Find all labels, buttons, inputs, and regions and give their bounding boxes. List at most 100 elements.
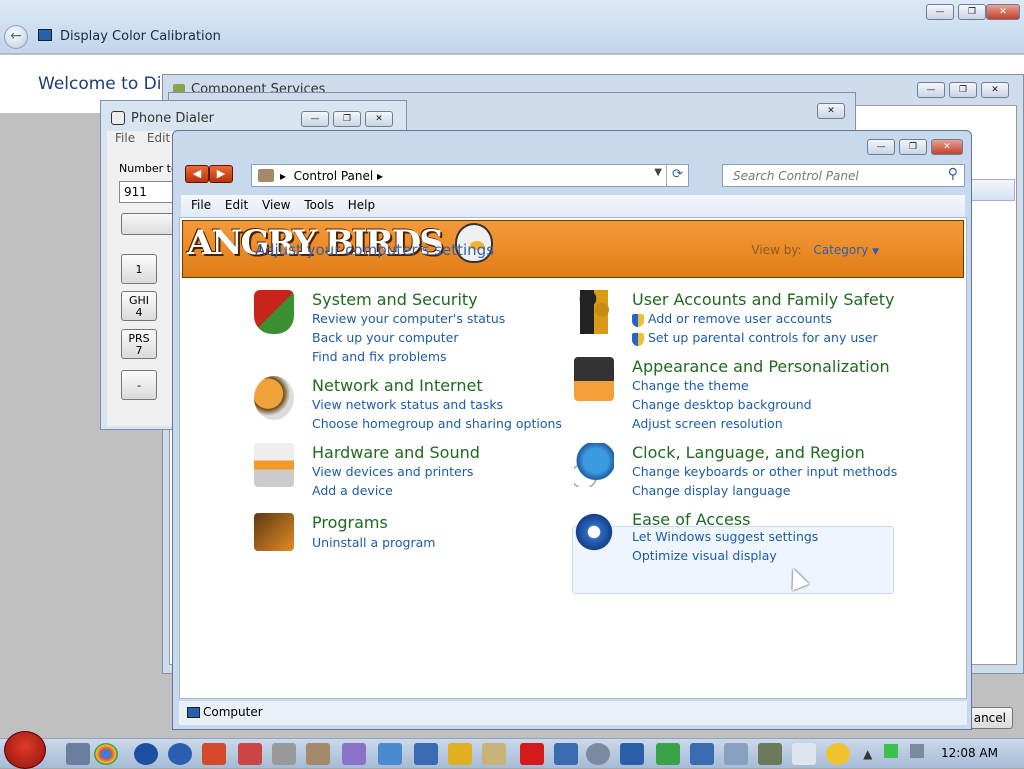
comp-actions-header[interactable]	[967, 179, 1015, 201]
menu-file[interactable]: File	[191, 198, 211, 212]
menu-help[interactable]: Help	[348, 198, 375, 212]
app-icon[interactable]	[724, 743, 748, 765]
view-by-dropdown[interactable]: Category	[813, 243, 868, 257]
cp-close-button[interactable]: ✕	[931, 139, 963, 155]
breadcrumb-control-panel[interactable]: Control Panel	[294, 169, 374, 183]
angry-birds-banner: ANGRY BIRDS Adjust your computer's setti…	[182, 220, 964, 278]
view-by-chevron-icon[interactable]: ▼	[872, 247, 879, 257]
monitor-icon	[38, 29, 52, 41]
menu-view[interactable]: View	[262, 198, 290, 212]
close-button[interactable]: ✕	[986, 4, 1020, 20]
bluetooth-icon[interactable]	[134, 743, 158, 765]
category-link[interactable]: Add a device	[312, 483, 393, 498]
category-link[interactable]: Uninstall a program	[312, 535, 435, 550]
category-title[interactable]: System and Security	[312, 290, 478, 309]
key-7[interactable]: PRS 7	[121, 329, 157, 359]
status-bar: Computer	[179, 701, 967, 725]
app-icon[interactable]	[378, 743, 402, 765]
computer-icon	[187, 707, 200, 718]
category-link[interactable]: Let Windows suggest settings	[632, 529, 818, 544]
dialog-close-button[interactable]: ✕	[817, 103, 845, 119]
phone-close-button[interactable]: ✕	[365, 111, 393, 127]
maximize-button[interactable]: ❐	[958, 4, 986, 20]
app-icon[interactable]	[586, 743, 610, 765]
category-link[interactable]: Change the theme	[632, 378, 749, 393]
category-link[interactable]: Add or remove user accounts	[648, 311, 832, 326]
app-icon[interactable]	[202, 743, 226, 765]
category-link[interactable]: Change keyboards or other input methods	[632, 464, 897, 479]
app-icon[interactable]	[690, 743, 714, 765]
back-arrow-icon[interactable]: ←	[4, 25, 28, 49]
minimize-button[interactable]: —	[926, 4, 954, 20]
category-link[interactable]: View devices and printers	[312, 464, 473, 479]
menu-edit[interactable]: Edit	[225, 198, 248, 212]
font-icon[interactable]	[414, 743, 438, 765]
category-title[interactable]: Appearance and Personalization	[632, 357, 890, 376]
key-4[interactable]: GHI 4	[121, 291, 157, 321]
phone-icon	[111, 111, 125, 125]
category-title[interactable]: Ease of Access	[632, 510, 750, 529]
comp-maximize-button[interactable]: ❐	[949, 82, 977, 98]
category-link[interactable]: View network status and tasks	[312, 397, 503, 412]
volume-icon[interactable]	[910, 744, 924, 758]
magnifier-icon[interactable]	[448, 743, 472, 765]
app-icon[interactable]	[482, 743, 506, 765]
nav-buttons: ◀ ▶	[185, 165, 233, 183]
category-title[interactable]: Hardware and Sound	[312, 443, 480, 462]
calibration-titlebar: ← Display Color Calibration — ❐ ✕	[0, 0, 1024, 54]
smiley-icon[interactable]	[826, 743, 850, 765]
cp-minimize-button[interactable]: —	[867, 139, 895, 155]
calibration-welcome: Welcome to Disp	[38, 74, 182, 94]
category-link[interactable]: Choose homegroup and sharing options	[312, 416, 562, 431]
category-link[interactable]: Find and fix problems	[312, 349, 447, 364]
explorer-icon[interactable]	[66, 743, 90, 765]
app-icon[interactable]	[342, 743, 366, 765]
category-link[interactable]: Change desktop background	[632, 397, 812, 412]
chrome-icon[interactable]	[94, 743, 118, 765]
category-title[interactable]: Network and Internet	[312, 376, 483, 395]
search-box[interactable]: Search Control Panel ⚲	[722, 164, 965, 187]
category-link[interactable]: Adjust screen resolution	[632, 416, 783, 431]
ease-of-access-icon	[574, 510, 614, 554]
cp-maximize-button[interactable]: ❐	[899, 139, 927, 155]
control-panel-icon[interactable]	[306, 743, 330, 765]
category-title[interactable]: Clock, Language, and Region	[632, 443, 865, 462]
category-link[interactable]: Optimize visual display	[632, 548, 777, 563]
phone-menu-edit[interactable]: Edit	[147, 131, 170, 145]
clock-globe-icon	[574, 443, 614, 487]
info-icon[interactable]	[168, 743, 192, 765]
key-1[interactable]: 1	[121, 254, 157, 284]
flash-icon[interactable]	[520, 743, 544, 765]
category-title[interactable]: Programs	[312, 513, 388, 532]
app-icon[interactable]	[656, 743, 680, 765]
address-bar[interactable]: ▸ Control Panel ▸ ▼ ⟳	[251, 164, 689, 187]
app-icon[interactable]	[758, 743, 782, 765]
globe-network-icon	[254, 376, 294, 420]
app-icon[interactable]	[554, 743, 578, 765]
phone-minimize-button[interactable]: —	[301, 111, 329, 127]
comp-minimize-button[interactable]: —	[917, 82, 945, 98]
forward-button-icon[interactable]: ▶	[209, 165, 233, 183]
category-title[interactable]: User Accounts and Family Safety	[632, 290, 895, 309]
app-icon[interactable]	[238, 743, 262, 765]
comp-close-button[interactable]: ✕	[981, 82, 1009, 98]
tray-arrow-icon[interactable]: ▲	[863, 747, 872, 761]
search-icon[interactable]: ⚲	[948, 166, 958, 182]
phone-maximize-button[interactable]: ❐	[333, 111, 361, 127]
category-link[interactable]: Review your computer's status	[312, 311, 505, 326]
category-link[interactable]: Back up your computer	[312, 330, 459, 345]
menu-tools[interactable]: Tools	[304, 198, 334, 212]
start-button-angry-bird-icon[interactable]	[4, 731, 46, 769]
address-dropdown-icon[interactable]: ▼	[654, 167, 662, 178]
phone-dialer-icon[interactable]	[272, 743, 296, 765]
clock[interactable]: 12:08 AM	[941, 746, 998, 760]
back-button-icon[interactable]: ◀	[185, 165, 209, 183]
category-link[interactable]: Change display language	[632, 483, 790, 498]
key-dash[interactable]: -	[121, 370, 157, 400]
monitor-icon[interactable]	[620, 743, 644, 765]
refresh-icon[interactable]: ⟳	[666, 165, 688, 186]
category-link[interactable]: Set up parental controls for any user	[648, 330, 878, 345]
network-icon[interactable]	[884, 744, 899, 758]
phone-menu-file[interactable]: File	[115, 131, 135, 145]
calculator-icon[interactable]	[792, 743, 816, 765]
